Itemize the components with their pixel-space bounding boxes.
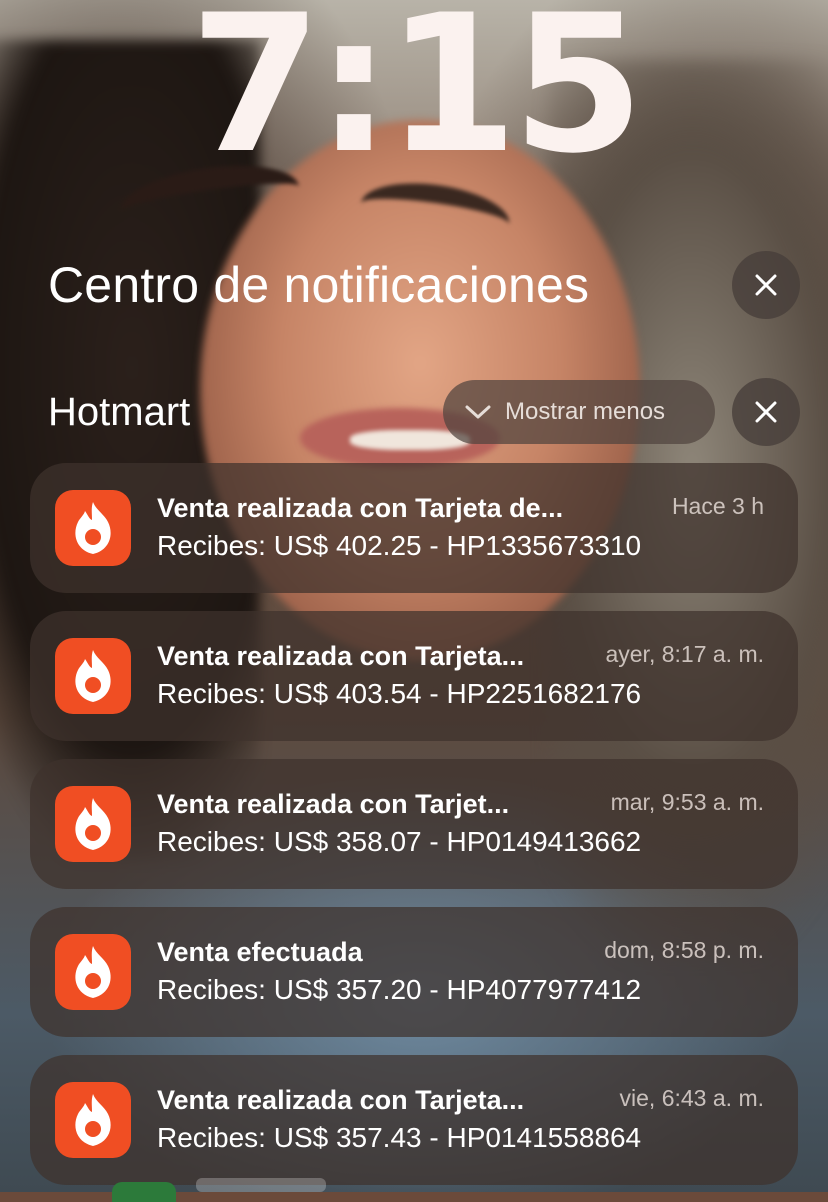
notification-card[interactable]: Venta realizada con Tarjeta... Recibes: … [30,611,798,741]
next-notification-app-icon [112,1182,176,1202]
close-icon [755,274,777,296]
notification-title: Venta realizada con Tarjeta... [157,1085,525,1115]
flame-icon [75,946,111,998]
notification-title: Venta realizada con Tarjet... [157,789,510,819]
notification-title: Venta realizada con Tarjeta... [157,641,525,671]
lock-screen-clock: 7:15 [189,0,645,195]
notification-time: Hace 3 h [671,493,764,519]
notification-title: Venta realizada con Tarjeta de... [157,493,564,523]
flame-icon [75,1094,111,1146]
flame-icon [75,798,111,850]
notification-card[interactable]: Venta efectuada Recibes: US$ 357.20 - HP… [30,907,798,1037]
chevron-down-icon [465,405,491,419]
notification-card[interactable]: Venta realizada con Tarjet... Recibes: U… [30,759,798,889]
notification-time: mar, 9:53 a. m. [610,789,764,815]
hotmart-app-icon [55,490,131,566]
notification-center-title: Centro de notificaciones [48,257,590,313]
notification-time: dom, 8:58 p. m. [604,937,764,963]
next-notification-title [196,1178,326,1192]
hotmart-app-icon [55,638,131,714]
hotmart-app-icon [55,1082,131,1158]
notification-body: Recibes: US$ 357.20 - HP4077977412 [157,974,642,1005]
notification-body: Recibes: US$ 402.25 - HP1335673310 [157,530,642,561]
show-less-label: Mostrar menos [505,398,666,425]
clear-all-button[interactable] [732,251,800,319]
flame-icon [75,650,111,702]
notification-card[interactable]: Venta realizada con Tarjeta de... Recibe… [30,463,798,593]
flame-icon [75,502,111,554]
close-icon [755,401,777,423]
notification-card[interactable]: Venta realizada con Tarjeta... Recibes: … [30,1055,798,1185]
app-group-title: Hotmart [48,390,191,434]
notification-title: Venta efectuada [157,937,363,967]
notification-body: Recibes: US$ 403.54 - HP2251682176 [157,678,642,709]
show-less-button[interactable]: Mostrar menos [443,380,715,444]
notification-body: Recibes: US$ 357.43 - HP0141558864 [157,1122,642,1153]
hotmart-app-icon [55,934,131,1010]
notification-time: ayer, 8:17 a. m. [605,641,764,667]
notification-time: vie, 6:43 a. m. [619,1085,764,1111]
notification-body: Recibes: US$ 358.07 - HP0149413662 [157,826,642,857]
clear-group-button[interactable] [732,378,800,446]
hotmart-app-icon [55,786,131,862]
